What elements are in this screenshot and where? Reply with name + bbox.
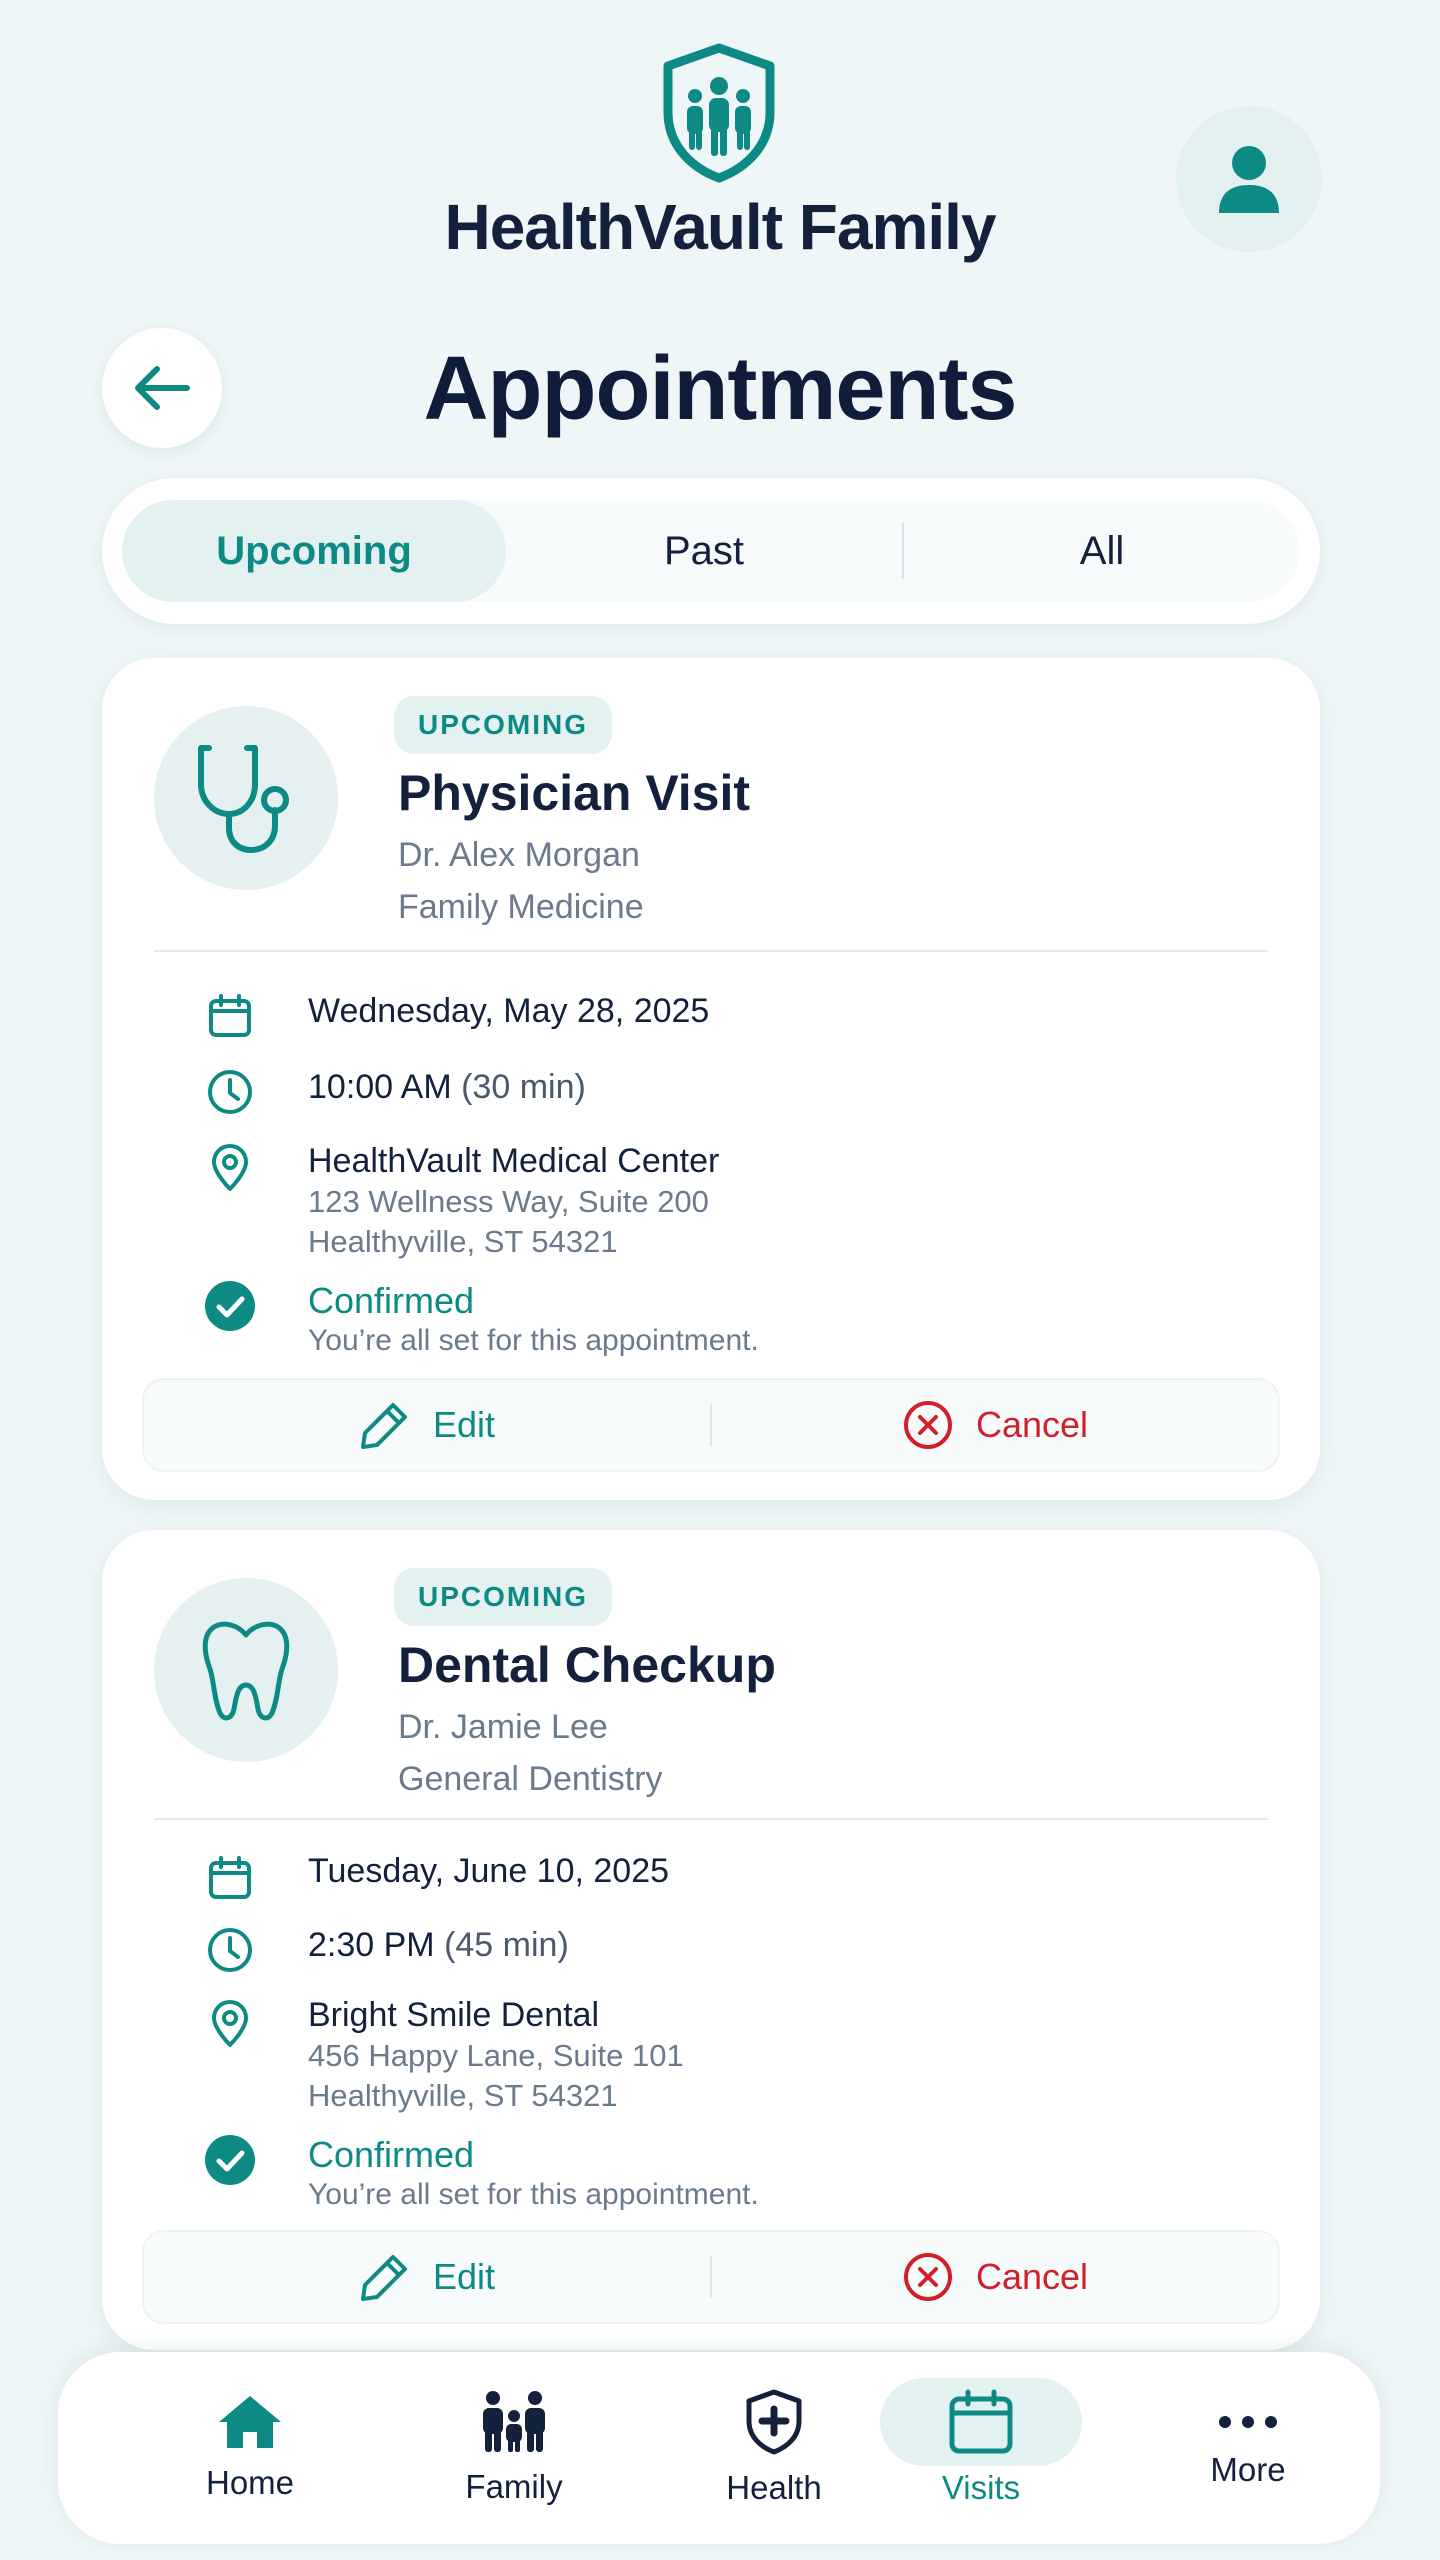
appointment-duration: (30 min)	[461, 1068, 586, 1106]
nav-visits-label: Visits	[941, 2469, 1021, 2506]
map-pin-icon	[198, 1992, 262, 2056]
appointment-date: Tuesday, June 10, 2025	[308, 1852, 670, 1890]
appointment-filter-tabs: Upcoming Past All	[102, 478, 1320, 624]
confirmation-status: Confirmed	[308, 2134, 475, 2175]
tab-past[interactable]: Past	[506, 500, 902, 602]
nav-more-label: More	[1210, 2451, 1286, 2488]
shield-family-icon	[663, 43, 775, 183]
pencil-icon	[360, 1403, 407, 1449]
location-address-line2: Healthyville, ST 54321	[308, 2078, 618, 2113]
edit-button[interactable]: Edit	[144, 1399, 710, 1451]
confirmation-note: You’re all set for this appointment.	[308, 2178, 759, 2211]
nav-visits[interactable]: Visits	[871, 2352, 1091, 2544]
tooth-icon	[202, 1621, 290, 1721]
edit-label: Edit	[432, 2256, 496, 2297]
nav-home[interactable]: Home	[140, 2352, 360, 2544]
clock-icon	[198, 1060, 262, 1124]
doctor-name: Dr. Jamie Lee	[398, 1708, 608, 1746]
calendar-icon	[198, 984, 262, 1048]
location-address-line1: 456 Happy Lane, Suite 101	[308, 2038, 684, 2073]
check-circle-icon	[198, 1274, 262, 1338]
x-circle-icon	[903, 2253, 952, 2301]
edit-label: Edit	[432, 1404, 496, 1445]
nav-home-label: Home	[205, 2464, 295, 2501]
page-title: Appointments	[423, 339, 1018, 439]
app-logo	[660, 42, 778, 184]
appointment-time-row: 10:00 AM (30 min)	[308, 1068, 586, 1107]
check-circle-icon	[198, 2128, 262, 2192]
confirmation-note: You’re all set for this appointment.	[308, 1324, 759, 1357]
cancel-label: Cancel	[975, 2256, 1089, 2297]
nav-health[interactable]: Health	[664, 2352, 884, 2544]
shield-plus-icon	[746, 2389, 802, 2455]
appointment-type-avatar	[154, 1578, 338, 1762]
edit-button[interactable]: Edit	[144, 2251, 710, 2303]
location-address-line1: 123 Wellness Way, Suite 200	[308, 1184, 709, 1219]
more-dots-icon	[1219, 2416, 1277, 2428]
calendar-icon	[949, 2389, 1013, 2454]
map-pin-icon	[198, 1136, 262, 1200]
nav-family[interactable]: Family	[404, 2352, 624, 2544]
user-icon	[1219, 146, 1279, 213]
cancel-button[interactable]: Cancel	[712, 2251, 1278, 2303]
home-icon	[219, 2396, 281, 2448]
status-badge: UPCOMING	[394, 696, 612, 754]
doctor-specialty: Family Medicine	[398, 888, 644, 926]
appointment-type-avatar	[154, 706, 338, 890]
clock-icon	[198, 1918, 262, 1982]
appointment-card[interactable]: UPCOMING Physician Visit Dr. Alex Morgan…	[102, 658, 1320, 1500]
appointment-date: Wednesday, May 28, 2025	[308, 992, 710, 1030]
x-circle-icon	[903, 1401, 952, 1449]
tab-upcoming[interactable]: Upcoming	[122, 500, 506, 602]
appointment-title: Physician Visit	[398, 765, 751, 821]
nav-family-label: Family	[465, 2468, 563, 2505]
card-divider	[154, 950, 1268, 952]
cancel-label: Cancel	[975, 1404, 1089, 1445]
location-name: HealthVault Medical Center	[308, 1142, 720, 1180]
card-divider	[154, 1818, 1268, 1820]
appointment-duration: (45 min)	[444, 1926, 569, 1964]
appointment-time: 10:00 AM	[308, 1068, 452, 1106]
doctor-specialty: General Dentistry	[398, 1760, 663, 1798]
nav-more[interactable]: More	[1138, 2352, 1358, 2544]
appointment-title: Dental Checkup	[398, 1637, 776, 1693]
appointment-actions: Edit Cancel	[142, 2230, 1280, 2324]
doctor-name: Dr. Alex Morgan	[398, 836, 640, 874]
appointment-card[interactable]: UPCOMING Dental Checkup Dr. Jamie Lee Ge…	[102, 1530, 1320, 2350]
tab-all[interactable]: All	[904, 500, 1300, 602]
appointment-actions: Edit Cancel	[142, 1378, 1280, 1472]
profile-button[interactable]	[1176, 106, 1322, 252]
appointment-time: 2:30 PM	[308, 1926, 435, 1964]
confirmation-status: Confirmed	[308, 1280, 475, 1321]
calendar-icon	[198, 1846, 262, 1910]
status-badge: UPCOMING	[394, 1568, 612, 1626]
pencil-icon	[360, 2255, 407, 2301]
stethoscope-icon	[198, 745, 289, 854]
appointment-time-row: 2:30 PM (45 min)	[308, 1926, 569, 1965]
location-name: Bright Smile Dental	[308, 1996, 600, 2034]
bottom-navigation: Home Family Health Visits More	[58, 2352, 1380, 2544]
nav-health-label: Health	[726, 2469, 822, 2506]
family-icon	[483, 2391, 545, 2452]
cancel-button[interactable]: Cancel	[712, 1399, 1278, 1451]
location-address-line2: Healthyville, ST 54321	[308, 1224, 618, 1259]
